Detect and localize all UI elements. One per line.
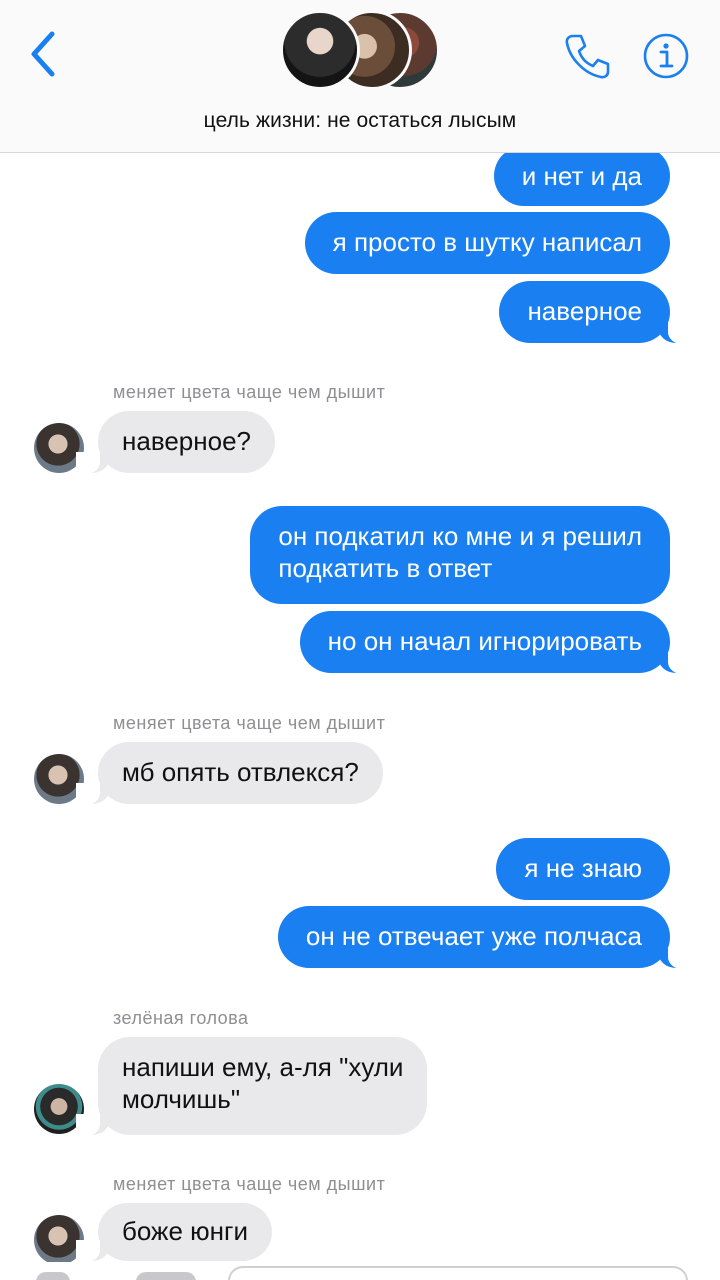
- outgoing-message[interactable]: он подкатил ко мне и я решил подкатить в…: [250, 506, 670, 604]
- outgoing-message[interactable]: но он начал игнорировать: [299, 611, 693, 674]
- message-text: но он начал игнорировать: [327, 626, 642, 656]
- incoming-message[interactable]: наверное?: [76, 411, 275, 474]
- incoming-message[interactable]: напиши ему, а-ля "хули молчишь": [75, 1037, 428, 1136]
- avatar: [280, 10, 360, 90]
- message-text-line: напиши ему, а-ля "хули: [122, 1052, 404, 1082]
- message-input[interactable]: [228, 1266, 688, 1280]
- info-button[interactable]: [642, 32, 690, 80]
- outgoing-message[interactable]: наверное: [499, 281, 692, 344]
- message-text-line: молчишь": [122, 1084, 241, 1114]
- sender-name: меняет цвета чаще чем дышит: [113, 382, 386, 402]
- message-text: наверное: [527, 296, 642, 326]
- message-text-line: подкатить в ответ: [278, 553, 493, 583]
- outgoing-message[interactable]: я не знаю: [496, 838, 670, 900]
- message-text: он не отвечает уже полчаса: [305, 921, 642, 951]
- phone-icon: [565, 34, 610, 79]
- message-text: и нет и да: [521, 161, 642, 191]
- incoming-message[interactable]: боже юнги: [75, 1203, 273, 1262]
- outgoing-message[interactable]: он не отвечает уже полчаса: [277, 906, 693, 969]
- chat-title[interactable]: цель жизни: не остаться лысым: [0, 109, 720, 133]
- outgoing-message[interactable]: и нет и да: [493, 146, 670, 206]
- group-avatars[interactable]: [280, 10, 450, 92]
- chat-header: цель жизни: не остаться лысым: [0, 0, 720, 153]
- sender-name: меняет цвета чаще чем дышит: [113, 713, 386, 733]
- back-button[interactable]: [22, 28, 66, 80]
- info-icon: [643, 33, 689, 79]
- message-text: я не знаю: [524, 853, 642, 883]
- message-text: боже юнги: [122, 1216, 249, 1246]
- call-button[interactable]: [561, 30, 613, 82]
- outgoing-message[interactable]: я просто в шутку написал: [304, 212, 670, 274]
- camera-button[interactable]: [36, 1272, 70, 1280]
- chevron-left-icon: [31, 31, 55, 77]
- sender-name: меняет цвета чаще чем дышит: [113, 1174, 386, 1194]
- message-text: я просто в шутку написал: [332, 227, 642, 257]
- sender-name: зелёная голова: [113, 1008, 249, 1028]
- apps-button[interactable]: [136, 1272, 196, 1280]
- incoming-message[interactable]: мб опять отвлекся?: [76, 742, 383, 805]
- message-text: наверное?: [122, 426, 251, 456]
- message-text-line: он подкатил ко мне и я решил: [278, 521, 642, 551]
- message-text: мб опять отвлекся?: [122, 757, 359, 787]
